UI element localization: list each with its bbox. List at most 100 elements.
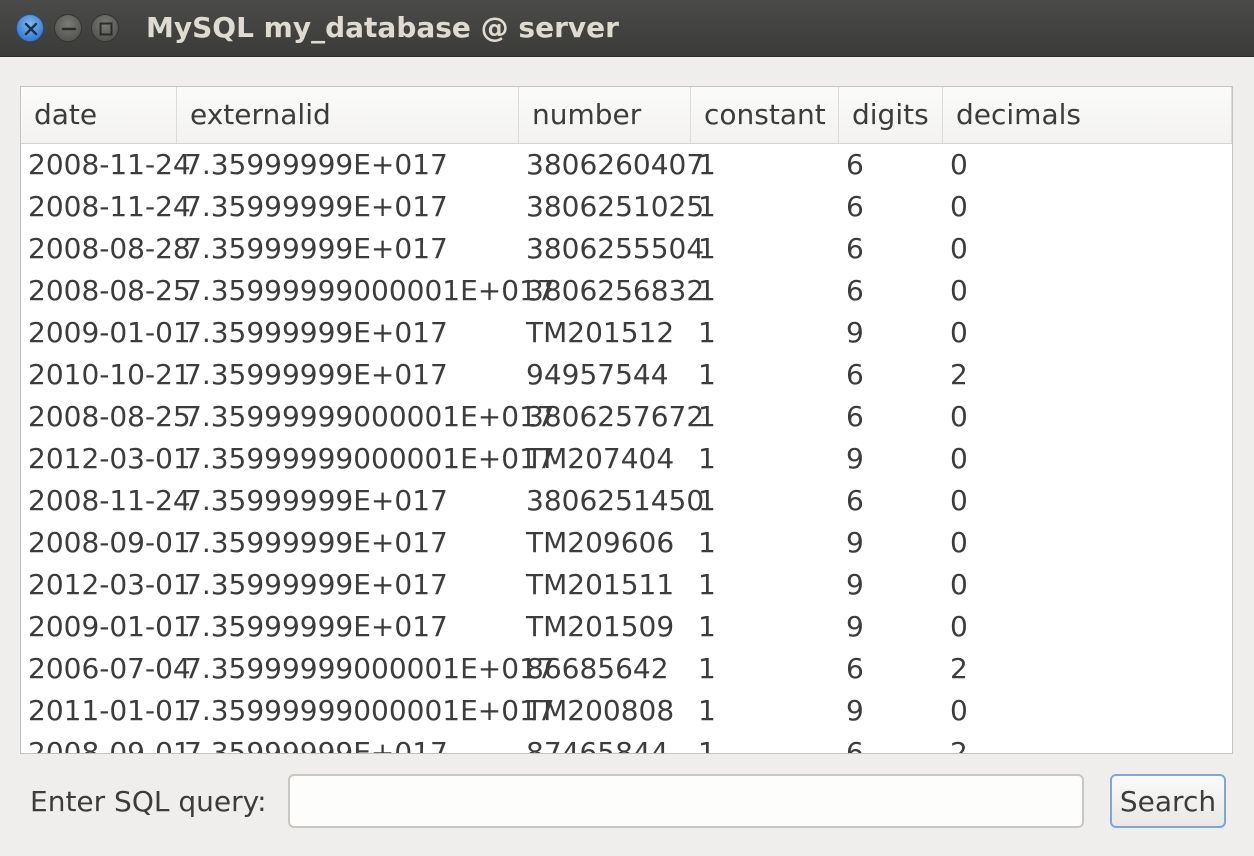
cell-number: 87465844 xyxy=(526,736,669,754)
cell-constant: 1 xyxy=(698,610,716,643)
cell-number: 3806257672 xyxy=(526,400,705,433)
cell-digits: 6 xyxy=(846,736,864,754)
cell-decimals: 0 xyxy=(950,274,968,307)
cell-date: 2011-01-01 xyxy=(28,694,191,727)
cell-date: 2008-09-01 xyxy=(28,526,191,559)
cell-number: 3806251025 xyxy=(526,190,705,223)
table-row[interactable]: 2008-08-25 7.35999999000001E+017 380625683… xyxy=(21,270,1232,312)
cell-externalid: 7.35999999000001E+017 xyxy=(184,274,555,307)
cell-digits: 6 xyxy=(846,232,864,265)
cell-externalid: 7.35999999E+017 xyxy=(184,610,448,643)
cell-decimals: 0 xyxy=(950,568,968,601)
cell-decimals: 0 xyxy=(950,442,968,475)
column-header-digits[interactable]: digits xyxy=(839,87,943,143)
cell-constant: 1 xyxy=(698,400,716,433)
cell-date: 2008-08-28 xyxy=(28,232,191,265)
cell-number: 94957544 xyxy=(526,358,669,391)
cell-digits: 9 xyxy=(846,316,864,349)
cell-constant: 1 xyxy=(698,274,716,307)
cell-date: 2012-03-01 xyxy=(28,568,191,601)
table-row[interactable]: 2012-03-01 7.35999999000001E+017 TM207404 1… xyxy=(21,438,1232,480)
maximize-button[interactable] xyxy=(91,14,119,42)
cell-date: 2008-08-25 xyxy=(28,400,191,433)
cell-digits: 6 xyxy=(846,190,864,223)
window-title: MySQL my_database @ server xyxy=(146,11,619,44)
cell-decimals: 0 xyxy=(950,400,968,433)
cell-digits: 9 xyxy=(846,694,864,727)
column-header-date[interactable]: date xyxy=(21,87,177,143)
cell-digits: 6 xyxy=(846,400,864,433)
cell-externalid: 7.35999999E+017 xyxy=(184,148,448,181)
close-button[interactable] xyxy=(16,14,44,42)
column-header-decimals[interactable]: decimals xyxy=(943,87,1232,143)
cell-decimals: 2 xyxy=(950,358,968,391)
cell-externalid: 7.35999999000001E+017 xyxy=(184,652,555,685)
table-row[interactable]: 2011-01-01 7.35999999000001E+017 TM200808 1… xyxy=(21,690,1232,732)
cell-decimals: 2 xyxy=(950,736,968,754)
cell-decimals: 0 xyxy=(950,484,968,517)
cell-decimals: 2 xyxy=(950,652,968,685)
cell-constant: 1 xyxy=(698,190,716,223)
cell-decimals: 0 xyxy=(950,190,968,223)
search-button[interactable]: Search xyxy=(1110,774,1226,828)
cell-decimals: 0 xyxy=(950,694,968,727)
cell-number: 3806251450 xyxy=(526,484,705,517)
table-row[interactable]: 2008-11-24 7.35999999E+017 3806251025 1 6 0 xyxy=(21,186,1232,228)
cell-number: 3806255504 xyxy=(526,232,705,265)
cell-decimals: 0 xyxy=(950,526,968,559)
cell-number: 3806256832 xyxy=(526,274,705,307)
cell-externalid: 7.35999999E+017 xyxy=(184,736,448,754)
cell-constant: 1 xyxy=(698,358,716,391)
table-row[interactable]: 2009-01-01 7.35999999E+017 TM201512 1 9 0 xyxy=(21,312,1232,354)
table-row[interactable]: 2006-07-04 7.35999999000001E+017 86685642 1… xyxy=(21,648,1232,690)
query-label: Enter SQL query: xyxy=(30,785,267,818)
cell-constant: 1 xyxy=(698,736,716,754)
cell-number: 86685642 xyxy=(526,652,669,685)
table-row[interactable]: 2008-09-01 7.35999999E+017 87465844 1 6 2 xyxy=(21,732,1232,754)
column-header-number[interactable]: number xyxy=(519,87,691,143)
cell-digits: 6 xyxy=(846,148,864,181)
cell-date: 2012-03-01 xyxy=(28,442,191,475)
cell-externalid: 7.35999999E+017 xyxy=(184,484,448,517)
cell-externalid: 7.35999999E+017 xyxy=(184,190,448,223)
table-row[interactable]: 2008-11-24 7.35999999E+017 3806260407 1 6 0 xyxy=(21,144,1232,186)
cell-externalid: 7.35999999E+017 xyxy=(184,316,448,349)
title-bar[interactable]: MySQL my_database @ server xyxy=(0,0,1254,57)
sql-query-input[interactable] xyxy=(288,774,1084,828)
cell-date: 2008-11-24 xyxy=(28,190,191,223)
table-row[interactable]: 2008-08-25 7.35999999000001E+017 380625767… xyxy=(21,396,1232,438)
cell-digits: 9 xyxy=(846,526,864,559)
table-row[interactable]: 2008-09-01 7.35999999E+017 TM209606 1 9 0 xyxy=(21,522,1232,564)
cell-constant: 1 xyxy=(698,568,716,601)
table-row[interactable]: 2008-11-24 7.35999999E+017 3806251450 1 6 0 xyxy=(21,480,1232,522)
table-row[interactable]: 2008-08-28 7.35999999E+017 3806255504 1 6 0 xyxy=(21,228,1232,270)
cell-decimals: 0 xyxy=(950,148,968,181)
maximize-icon xyxy=(99,22,113,36)
cell-digits: 6 xyxy=(846,274,864,307)
table-body: 2008-11-24 7.35999999E+017 3806260407 1 6 0 20… xyxy=(21,144,1232,754)
table-row[interactable]: 2009-01-01 7.35999999E+017 TM201509 1 9 0 xyxy=(21,606,1232,648)
cell-digits: 9 xyxy=(846,610,864,643)
minimize-button[interactable] xyxy=(54,14,82,42)
cell-digits: 9 xyxy=(846,442,864,475)
cell-number: TM207404 xyxy=(526,442,675,475)
cell-date: 2009-01-01 xyxy=(28,316,191,349)
cell-number: TM209606 xyxy=(526,526,675,559)
results-table[interactable]: date externalid number constant digits d… xyxy=(20,86,1233,754)
cell-date: 2008-09-01 xyxy=(28,736,191,754)
cell-constant: 1 xyxy=(698,316,716,349)
cell-constant: 1 xyxy=(698,694,716,727)
cell-date: 2006-07-04 xyxy=(28,652,191,685)
cell-number: TM201512 xyxy=(526,316,675,349)
cell-externalid: 7.35999999E+017 xyxy=(184,232,448,265)
cell-externalid: 7.35999999000001E+017 xyxy=(184,442,555,475)
table-row[interactable]: 2010-10-21 7.35999999E+017 94957544 1 6 2 xyxy=(21,354,1232,396)
cell-number: 3806260407 xyxy=(526,148,705,181)
cell-constant: 1 xyxy=(698,232,716,265)
cell-externalid: 7.35999999000001E+017 xyxy=(184,400,555,433)
column-header-externalid[interactable]: externalid xyxy=(177,87,519,143)
cell-number: TM201511 xyxy=(526,568,675,601)
cell-externalid: 7.35999999E+017 xyxy=(184,568,448,601)
table-row[interactable]: 2012-03-01 7.35999999E+017 TM201511 1 9 0 xyxy=(21,564,1232,606)
column-header-constant[interactable]: constant xyxy=(691,87,839,143)
